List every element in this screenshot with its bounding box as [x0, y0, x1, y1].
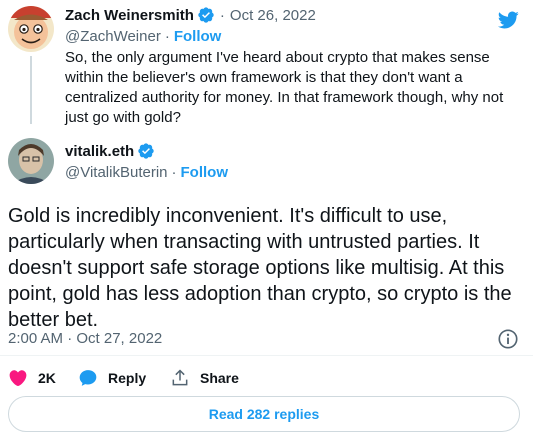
text-line: point, gold has less adoption than crypt…	[8, 283, 512, 305]
read-replies-label: Read 282 replies	[208, 406, 320, 422]
speech-bubble-icon	[79, 370, 97, 386]
handle-separator: ·	[164, 28, 170, 45]
read-replies-button[interactable]: Read 282 replies	[8, 396, 520, 432]
main-tweet-header: vitalik.eth	[65, 142, 155, 160]
author-name[interactable]: vitalik.eth	[65, 143, 134, 160]
divider	[0, 355, 533, 356]
author-handle[interactable]: @ZachWeiner	[65, 28, 161, 45]
share-icon	[172, 369, 188, 386]
text-line: So, the only argument I've heard about c…	[65, 49, 490, 66]
heart-icon	[9, 370, 27, 387]
avatar-vitalik[interactable]	[8, 138, 54, 184]
parent-tweet-header: Zach Weinersmith · Oct 26, 2022	[65, 6, 316, 24]
like-button[interactable]: 2K	[8, 368, 56, 388]
main-tweet-text: Gold is incredibly inconvenient. It's di…	[8, 203, 528, 333]
text-line: doesn't support safe storage options lik…	[8, 257, 505, 279]
thread-connector	[30, 56, 32, 124]
parent-tweet-text: So, the only argument I've heard about c…	[65, 48, 525, 128]
info-icon[interactable]	[497, 328, 519, 350]
share-button[interactable]: Share	[170, 368, 239, 388]
verified-badge-icon	[198, 7, 214, 23]
text-line: just go with gold?	[65, 109, 181, 126]
reply-label: Reply	[108, 370, 147, 386]
avatar-zach[interactable]	[8, 6, 54, 52]
parent-tweet-handle-row: @ZachWeiner · Follow	[65, 28, 221, 45]
reply-button[interactable]: Reply	[78, 368, 146, 388]
text-line: particularly when transacting with untru…	[8, 231, 480, 253]
twitter-bird-icon[interactable]	[495, 9, 521, 31]
main-tweet-handle-row: @VitalikButerin · Follow	[65, 164, 228, 181]
verified-badge-icon	[138, 143, 154, 159]
share-label: Share	[200, 370, 239, 386]
follow-button[interactable]: Follow	[181, 164, 229, 181]
date-separator: ·	[219, 6, 225, 24]
author-handle[interactable]: @VitalikButerin	[65, 164, 168, 181]
tweet-date[interactable]: Oct 26, 2022	[230, 7, 316, 24]
text-line: centralized authority for money. In that…	[65, 89, 504, 106]
author-name[interactable]: Zach Weinersmith	[65, 7, 194, 24]
like-count: 2K	[38, 370, 56, 386]
text-line: Gold is incredibly inconvenient. It's di…	[8, 205, 448, 227]
follow-button[interactable]: Follow	[174, 28, 222, 45]
text-line: within the believer's own framework is t…	[65, 69, 463, 86]
tweet-timestamp[interactable]: 2:00 AM · Oct 27, 2022	[8, 330, 162, 347]
handle-separator: ·	[171, 164, 177, 181]
